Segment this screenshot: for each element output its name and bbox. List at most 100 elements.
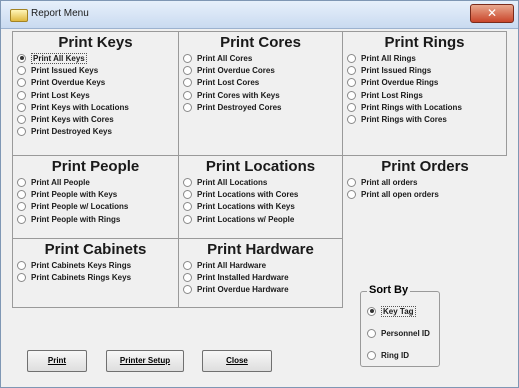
radio-button[interactable] <box>183 285 192 295</box>
radio-button[interactable] <box>183 177 192 187</box>
sort-by-title: Sort By <box>367 284 411 296</box>
report-option[interactable]: Print Cores with Keys <box>179 89 342 101</box>
radio-button[interactable] <box>183 53 192 63</box>
option-label: Print Lost Cores <box>197 78 260 88</box>
radio-button[interactable] <box>183 90 192 100</box>
option-label: Print Locations w/ People <box>197 214 295 224</box>
radio-button[interactable] <box>347 53 356 63</box>
report-option[interactable]: Print Rings with Locations <box>343 101 506 113</box>
report-option[interactable]: Print Locations w/ People <box>179 213 342 225</box>
panel-title: Print Cabinets <box>44 241 147 258</box>
report-option[interactable]: Print Installed Hardware <box>179 271 342 283</box>
report-option[interactable]: Print Overdue Hardware <box>179 284 342 296</box>
radio-button[interactable] <box>17 102 26 112</box>
panel-print-cores: Print Cores Print All Cores Print Overdue… <box>178 31 343 156</box>
radio-button[interactable] <box>17 127 26 137</box>
report-option[interactable]: Print Issued Rings <box>343 64 506 76</box>
radio-button[interactable] <box>183 214 192 224</box>
radio-button[interactable] <box>347 102 356 112</box>
option-label: Print All Locations <box>197 177 268 187</box>
radio-button[interactable] <box>17 202 26 212</box>
report-option[interactable]: Print All Hardware <box>179 259 342 271</box>
radio-button[interactable] <box>17 115 26 125</box>
report-option[interactable]: Print Rings with Cores <box>343 113 506 125</box>
sort-option[interactable]: Personnel ID <box>361 322 430 344</box>
radio-button[interactable] <box>347 115 356 125</box>
report-option[interactable]: Print Cabinets Rings Keys <box>13 271 178 283</box>
app-icon <box>10 9 28 22</box>
radio-button[interactable] <box>17 214 26 224</box>
radio-button[interactable] <box>183 272 192 282</box>
radio-button[interactable] <box>17 78 26 88</box>
report-option[interactable]: Print Overdue Rings <box>343 77 506 89</box>
report-option[interactable]: Print All Locations <box>179 176 342 188</box>
radio-button[interactable] <box>183 260 192 270</box>
report-menu-window: Report Menu ✕ Print Keys Print All Keys P… <box>0 0 519 388</box>
radio-button[interactable] <box>367 328 376 338</box>
report-option[interactable]: Print All Keys <box>13 52 178 64</box>
print-button[interactable]: Print <box>27 350 87 372</box>
report-option[interactable]: Print Locations with Cores <box>179 188 342 200</box>
report-option[interactable]: Print People with Rings <box>13 213 178 225</box>
printer-setup-button[interactable]: Printer Setup <box>106 350 184 372</box>
report-option[interactable]: Print Keys with Cores <box>13 113 178 125</box>
sort-by-group: Sort By Key Tag Personnel ID Ring ID <box>360 284 440 367</box>
option-label: Print Issued Rings <box>361 65 432 75</box>
radio-button[interactable] <box>183 65 192 75</box>
report-option[interactable]: Print Keys with Locations <box>13 101 178 113</box>
report-option[interactable]: Print All Cores <box>179 52 342 64</box>
radio-button[interactable] <box>183 202 192 212</box>
report-option[interactable]: Print Lost Keys <box>13 89 178 101</box>
radio-button[interactable] <box>183 102 192 112</box>
radio-button[interactable] <box>347 177 356 187</box>
radio-button[interactable] <box>347 189 356 199</box>
radio-button[interactable] <box>17 90 26 100</box>
report-option[interactable]: Print Destroyed Cores <box>179 101 342 113</box>
sort-option[interactable]: Ring ID <box>361 344 430 366</box>
sort-option[interactable]: Key Tag <box>361 300 430 322</box>
radio-button[interactable] <box>17 189 26 199</box>
radio-button[interactable] <box>17 65 26 75</box>
report-option[interactable]: Print Overdue Cores <box>179 64 342 76</box>
radio-button[interactable] <box>347 78 356 88</box>
report-option[interactable]: Print All Rings <box>343 52 506 64</box>
report-option[interactable]: Print Lost Cores <box>179 77 342 89</box>
radio-button[interactable] <box>17 177 26 187</box>
report-option[interactable]: Print all orders <box>343 176 507 188</box>
report-option[interactable]: Print Issued Keys <box>13 64 178 76</box>
radio-button[interactable] <box>347 90 356 100</box>
radio-button[interactable] <box>17 260 26 270</box>
close-button[interactable]: Close <box>202 350 272 372</box>
option-label: Ring ID <box>381 350 409 360</box>
radio-button[interactable] <box>17 272 26 282</box>
report-option[interactable]: Print People with Keys <box>13 188 178 200</box>
report-option[interactable]: Print Cabinets Keys Rings <box>13 259 178 271</box>
radio-button[interactable] <box>367 306 376 316</box>
option-label: Print Keys with Cores <box>31 115 114 125</box>
report-option[interactable]: Print all open orders <box>343 188 507 200</box>
report-option[interactable]: Print All People <box>13 176 178 188</box>
panel-print-cabinets: Print Cabinets Print Cabinets Keys Rings… <box>12 238 179 308</box>
report-option[interactable]: Print Destroyed Keys <box>13 126 178 138</box>
option-label: Print Overdue Keys <box>31 78 106 88</box>
report-option[interactable]: Print Lost Rings <box>343 89 506 101</box>
report-option[interactable]: Print People w/ Locations <box>13 201 178 213</box>
close-window-button[interactable]: ✕ <box>470 4 514 23</box>
option-label: Personnel ID <box>381 328 430 338</box>
radio-button[interactable] <box>367 350 376 360</box>
option-label: Print all open orders <box>361 189 439 199</box>
report-option[interactable]: Print Overdue Keys <box>13 77 178 89</box>
radio-button[interactable] <box>347 65 356 75</box>
option-label: Print Rings with Cores <box>361 115 447 125</box>
panel-print-keys: Print Keys Print All Keys Print Issued Ke… <box>12 31 179 156</box>
panel-print-hardware: Print Hardware Print All Hardware Print I… <box>178 238 343 308</box>
radio-button[interactable] <box>17 53 26 63</box>
option-label: Print Locations with Keys <box>197 202 295 212</box>
option-label: Print all orders <box>361 177 418 187</box>
window-title: Report Menu <box>31 8 89 19</box>
panel-print-people: Print People Print All People Print Peopl… <box>12 155 179 239</box>
option-label: Print Overdue Hardware <box>197 285 289 295</box>
report-option[interactable]: Print Locations with Keys <box>179 201 342 213</box>
radio-button[interactable] <box>183 78 192 88</box>
radio-button[interactable] <box>183 189 192 199</box>
